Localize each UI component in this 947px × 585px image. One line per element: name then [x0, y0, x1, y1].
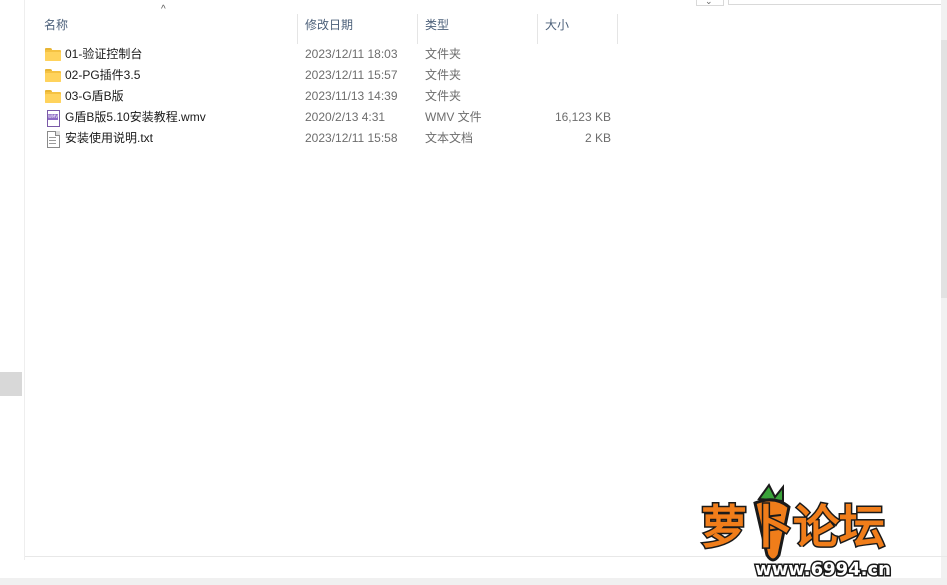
vertical-scrollbar[interactable]	[941, 0, 947, 580]
column-header-date[interactable]: 修改日期	[305, 8, 353, 42]
file-type: 文件夹	[425, 47, 462, 61]
column-divider[interactable]	[537, 14, 538, 44]
file-date: 2023/12/11 15:58	[305, 131, 398, 145]
file-size: 16,123 KB	[554, 110, 611, 124]
file-name: 02-PG插件3.5	[65, 68, 141, 82]
watermark-url: www.6994.cn	[755, 559, 891, 580]
file-type: 文件夹	[425, 68, 462, 82]
column-divider[interactable]	[617, 14, 618, 44]
file-type: 文本文档	[425, 131, 474, 145]
file-row[interactable]: 安装使用说明.txt 2023/12/11 15:58 文本文档 2 KB	[35, 128, 625, 149]
file-date: 2020/2/13 4:31	[305, 110, 386, 124]
vertical-scrollbar-thumb[interactable]	[941, 40, 947, 298]
column-divider[interactable]	[417, 14, 418, 44]
chevron-down-icon: ⌄	[705, 0, 713, 6]
file-date: 2023/12/11 15:57	[305, 68, 398, 82]
column-header-name[interactable]: 名称	[44, 8, 68, 42]
file-name: 03-G盾B版	[65, 89, 124, 103]
folder-icon	[45, 47, 61, 62]
column-divider[interactable]	[297, 14, 298, 44]
column-header-type[interactable]: 类型	[425, 8, 449, 42]
file-size: 2 KB	[584, 131, 611, 145]
folder-icon	[45, 89, 61, 104]
search-input[interactable]	[728, 0, 947, 5]
navigation-pane-scrollbar[interactable]	[0, 372, 22, 396]
video-file-icon: WMV	[45, 110, 61, 127]
file-size	[535, 65, 611, 86]
watermark-logo: 萝卜论坛 www.6994.cn	[700, 483, 893, 581]
file-list-header: ^ 名称 修改日期 类型 大小	[25, 4, 625, 44]
file-date: 2023/12/11 18:03	[305, 47, 398, 61]
file-row[interactable]: 03-G盾B版 2023/11/13 14:39 文件夹	[35, 86, 625, 107]
sort-ascending-icon: ^	[161, 4, 166, 15]
file-type: WMV 文件	[425, 110, 482, 124]
file-size	[535, 44, 611, 65]
file-date: 2023/11/13 14:39	[305, 89, 398, 103]
folder-icon	[45, 68, 61, 83]
address-dropdown-button[interactable]: ⌄	[696, 0, 724, 6]
file-name: 01-验证控制台	[65, 47, 143, 61]
file-name: 安装使用说明.txt	[65, 131, 154, 145]
watermark-title: 萝卜论坛	[701, 500, 885, 554]
column-header-size[interactable]: 大小	[545, 8, 569, 42]
navigation-pane	[0, 0, 25, 560]
file-row[interactable]: 02-PG插件3.5 2023/12/11 15:57 文件夹	[35, 65, 625, 86]
file-row[interactable]: 01-验证控制台 2023/12/11 18:03 文件夹	[35, 44, 625, 65]
file-row[interactable]: WMV G盾B版5.10安装教程.wmv 2020/2/13 4:31 WMV …	[35, 107, 625, 128]
file-name: G盾B版5.10安装教程.wmv	[65, 110, 206, 124]
file-size	[535, 86, 611, 107]
file-type: 文件夹	[425, 89, 462, 103]
text-file-icon	[45, 131, 61, 148]
